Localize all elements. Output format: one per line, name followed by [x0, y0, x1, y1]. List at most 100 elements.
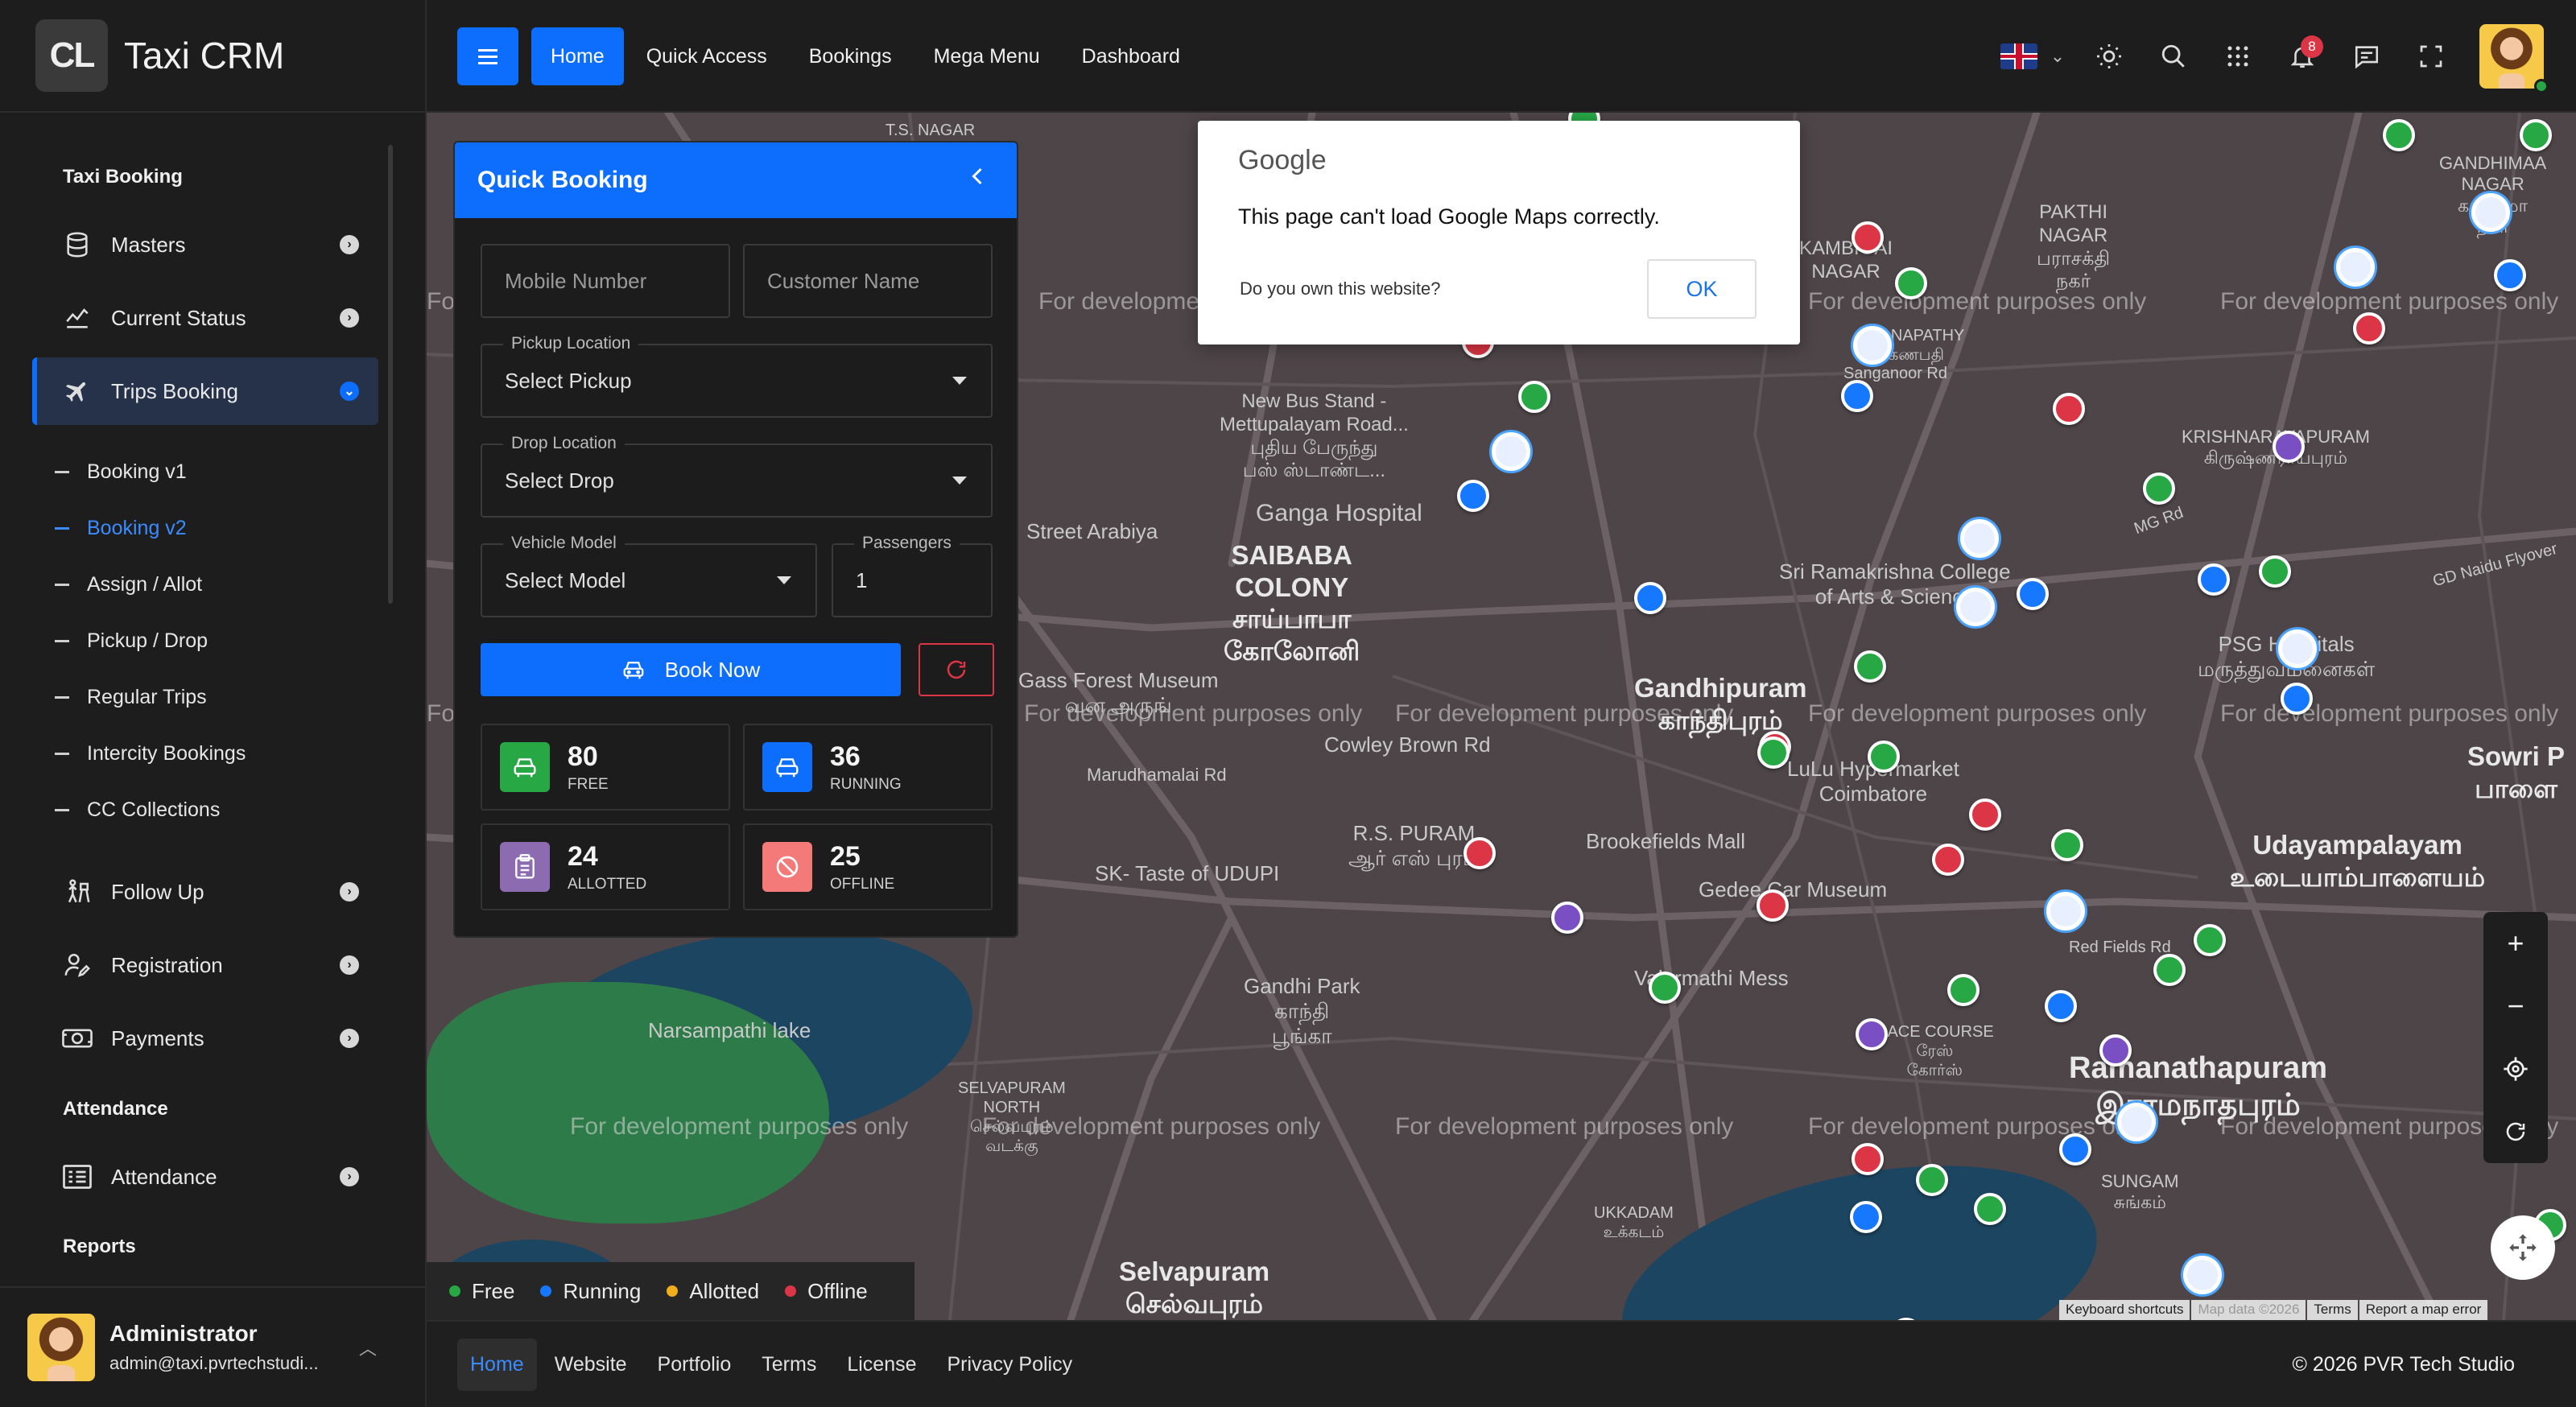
report-map-error-link[interactable]: Report a map error	[2359, 1300, 2488, 1320]
pickup-location-select[interactable]: Pickup Location Select Pickup	[481, 334, 993, 418]
theme-toggle-button[interactable]	[2077, 24, 2141, 89]
refresh-map-button[interactable]	[2483, 1100, 2548, 1163]
vehicle-marker-free[interactable]	[2051, 829, 2083, 861]
sidebar-subitem-assign-allot[interactable]: Assign / Allot	[55, 573, 202, 596]
sidebar-subitem-intercity-bookings[interactable]: Intercity Bookings	[55, 742, 246, 765]
vehicle-marker-running[interactable]	[1841, 380, 1873, 412]
vehicle-marker-selected[interactable]	[1956, 588, 1995, 626]
nav-dashboard[interactable]: Dashboard	[1063, 27, 1199, 85]
vehicle-marker-free[interactable]	[1916, 1164, 1948, 1196]
footer-link-terms[interactable]: Terms	[749, 1339, 829, 1391]
vehicle-marker-offline[interactable]	[1463, 837, 1496, 869]
reset-button[interactable]	[919, 643, 994, 696]
nav-quick-access[interactable]: Quick Access	[627, 27, 786, 85]
vehicle-marker-running[interactable]	[1850, 1201, 1882, 1233]
footer-link-home[interactable]: Home	[457, 1338, 537, 1391]
vehicle-marker-free[interactable]	[2520, 119, 2552, 151]
apps-button[interactable]	[2206, 24, 2270, 89]
vehicle-marker-running[interactable]	[2494, 259, 2526, 291]
vehicle-marker-free[interactable]	[1974, 1193, 2006, 1225]
vehicle-marker-free[interactable]	[1518, 381, 1550, 413]
sidebar-subitem-booking-v1[interactable]: Booking v1	[55, 460, 187, 484]
locate-button[interactable]	[2483, 1038, 2548, 1100]
menu-toggle-button[interactable]	[457, 27, 518, 85]
sidebar-user-card[interactable]: Administrator admin@taxi.pvrtechstudi...…	[0, 1286, 425, 1407]
footer-link-license[interactable]: License	[834, 1339, 929, 1391]
vehicle-marker-running[interactable]	[2281, 683, 2313, 715]
vehicle-marker-free[interactable]	[1854, 650, 1886, 683]
sidebar-scrollbar[interactable]	[388, 145, 393, 604]
passengers-input[interactable]: Passengers 1	[832, 534, 993, 617]
vehicle-marker-selected[interactable]	[1853, 326, 1892, 365]
fullscreen-button[interactable]	[2399, 24, 2463, 89]
vehicle-marker-free[interactable]	[1947, 974, 1979, 1006]
vehicle-marker-selected[interactable]	[2046, 892, 2085, 930]
drop-location-select[interactable]: Drop Location Select Drop	[481, 434, 993, 518]
vehicle-marker-selected[interactable]	[2471, 193, 2510, 232]
collapse-panel-button[interactable]	[970, 165, 985, 192]
profile-avatar-button[interactable]	[2479, 24, 2549, 93]
chevron-up-icon[interactable]: ︿	[359, 1335, 377, 1360]
vehicle-marker-free[interactable]	[2143, 472, 2175, 505]
vehicle-marker-free[interactable]	[2194, 924, 2226, 956]
vehicle-marker-free[interactable]	[2153, 954, 2186, 986]
vehicle-marker-free[interactable]	[1649, 972, 1681, 1004]
vehicle-marker-selected[interactable]	[2336, 248, 2375, 287]
vehicle-marker-offline[interactable]	[2053, 393, 2085, 425]
vehicle-marker-allotted[interactable]	[1856, 1018, 1888, 1050]
vehicle-marker-selected[interactable]	[2183, 1256, 2222, 1294]
sidebar-item-attendance[interactable]: Attendance ›	[32, 1143, 378, 1211]
vehicle-model-select[interactable]: Vehicle Model Select Model	[481, 534, 817, 617]
messages-button[interactable]	[2334, 24, 2399, 89]
vehicle-marker-running[interactable]	[2017, 578, 2049, 610]
vehicle-marker-running[interactable]	[1457, 480, 1489, 512]
sidebar-item-current-status[interactable]: Current Status ›	[32, 284, 378, 352]
nav-mega-menu[interactable]: Mega Menu	[914, 27, 1059, 85]
notifications-button[interactable]: 8	[2270, 24, 2334, 89]
vehicle-marker-offline[interactable]	[1969, 798, 2001, 831]
vehicle-marker-selected[interactable]	[2278, 629, 2317, 668]
vehicle-marker-offline[interactable]	[1852, 1143, 1884, 1175]
vehicle-marker-running[interactable]	[1634, 582, 1666, 614]
mobile-number-input[interactable]: Mobile Number	[481, 244, 730, 318]
vehicle-marker-free[interactable]	[1757, 737, 1790, 769]
vehicle-marker-selected[interactable]	[1960, 519, 1999, 558]
vehicle-marker-free[interactable]	[2383, 119, 2415, 151]
ok-button[interactable]: OK	[1647, 259, 1757, 319]
vehicle-marker-offline[interactable]	[1757, 889, 1789, 922]
terms-link[interactable]: Terms	[2307, 1300, 2358, 1320]
vehicle-marker-allotted[interactable]	[2099, 1034, 2132, 1067]
vehicle-marker-running[interactable]	[2045, 990, 2077, 1022]
search-button[interactable]	[2141, 24, 2206, 89]
sidebar-item-trips-booking[interactable]: Trips Booking ⌄	[32, 357, 378, 425]
vehicle-marker-free[interactable]	[2259, 555, 2291, 588]
sidebar-item-registration[interactable]: Registration ›	[32, 931, 378, 999]
nav-bookings[interactable]: Bookings	[790, 27, 911, 85]
vehicle-marker-running[interactable]	[2059, 1133, 2091, 1166]
map-fullscreen-button[interactable]	[2491, 1215, 2555, 1280]
language-selector[interactable]: ⌄	[1988, 24, 2077, 89]
sidebar-subitem-regular-trips[interactable]: Regular Trips	[55, 686, 207, 709]
footer-link-website[interactable]: Website	[542, 1339, 640, 1391]
sidebar-subitem-booking-v2[interactable]: Booking v2	[55, 517, 187, 540]
sidebar-item-payments[interactable]: Payments ›	[32, 1005, 378, 1072]
sidebar-subitem-pickup-drop[interactable]: Pickup / Drop	[55, 629, 208, 653]
vehicle-marker-free[interactable]	[1895, 267, 1927, 299]
sidebar-item-masters[interactable]: Masters ›	[32, 211, 378, 279]
nav-home[interactable]: Home	[531, 27, 624, 85]
footer-link-privacy-policy[interactable]: Privacy Policy	[935, 1339, 1086, 1391]
sidebar-item-follow-up[interactable]: Follow Up ›	[32, 858, 378, 926]
vehicle-marker-free[interactable]	[1868, 741, 1900, 773]
vehicle-marker-allotted[interactable]	[1551, 902, 1583, 934]
vehicle-marker-offline[interactable]	[1852, 221, 1884, 254]
zoom-out-button[interactable]: −	[2483, 975, 2548, 1038]
vehicle-marker-running[interactable]	[2198, 563, 2230, 596]
vehicle-marker-selected[interactable]	[1492, 432, 1530, 471]
footer-link-portfolio[interactable]: Portfolio	[645, 1339, 745, 1391]
book-now-button[interactable]: Book Now	[481, 643, 901, 696]
zoom-in-button[interactable]: +	[2483, 912, 2548, 975]
vehicle-marker-allotted[interactable]	[2273, 431, 2305, 463]
vehicle-marker-selected[interactable]	[2117, 1103, 2156, 1141]
vehicle-marker-offline[interactable]	[1932, 844, 1964, 876]
brand[interactable]: CL Taxi CRM	[0, 0, 425, 113]
